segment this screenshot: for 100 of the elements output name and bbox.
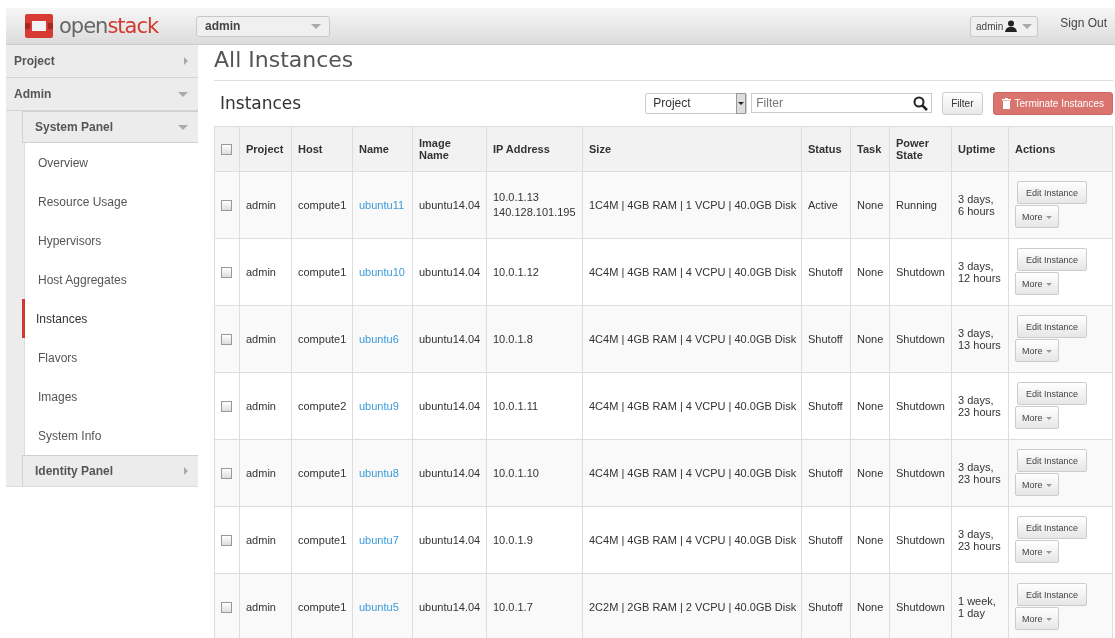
trash-icon [1001,97,1011,109]
row-checkbox[interactable] [221,535,232,547]
table-cell: compute1 [298,333,347,345]
nav-item[interactable]: Overview [24,143,198,182]
table-cell: ubuntu14.04 [419,534,481,546]
more-button[interactable]: More [1015,339,1059,362]
table-cell: compute1 [298,266,347,278]
filter-button[interactable]: Filter [942,91,983,115]
panel-item[interactable]: Identity Panel [22,455,198,486]
table-cell: 3 days, 13 hours [958,327,1001,351]
row-checkbox[interactable] [221,267,232,279]
table-cell: Shutoff [808,534,843,546]
table-cell: ubuntu14.04 [419,601,481,613]
column-header: IP Address [486,126,583,172]
project-dropdown[interactable]: admin [196,15,330,37]
table-cell: 3 days, 12 hours [958,260,1001,284]
table-cell: None [857,266,884,278]
column-header: Uptime [951,126,1009,172]
table-cell: 10.0.1.13 140.128.101.195 [493,190,576,220]
row-checkbox[interactable] [221,602,232,614]
panel-item[interactable]: System Panel [22,111,198,143]
nav-item[interactable]: Images [24,377,198,416]
table-cell: None [857,601,884,613]
table-cell: 3 days, 23 hours [958,394,1001,418]
more-button[interactable]: More [1015,272,1059,295]
user-menu[interactable]: admin [970,15,1039,37]
table-cell: Shutoff [808,601,843,613]
table-cell: Shutdown [896,467,945,479]
table-cell: 10.0.1.8 [493,331,533,347]
table-cell: compute2 [298,400,347,412]
column-header: Image Name [412,126,487,172]
table-cell: Shutdown [896,601,945,613]
table-cell: compute1 [298,467,347,479]
table-cell: admin [246,266,276,278]
table-cell: 10.0.1.9 [493,532,533,548]
more-button[interactable]: More [1015,406,1059,429]
filter-field-select[interactable]: Project [645,92,748,114]
edit-instance-button[interactable]: Edit Instance [1017,315,1088,338]
edit-instance-button[interactable]: Edit Instance [1017,382,1088,405]
table-cell: 3 days, 6 hours [958,193,995,217]
table-cell: compute1 [298,199,347,211]
column-header: Status [801,126,851,172]
table-cell: Shutdown [896,266,945,278]
edit-instance-button[interactable]: Edit Instance [1017,516,1088,539]
row-checkbox[interactable] [221,334,232,346]
table-cell: Shutoff [808,400,843,412]
more-button[interactable]: More [1015,607,1059,630]
edit-instance-button[interactable]: Edit Instance [1017,583,1088,606]
nav-item[interactable]: Hypervisors [24,221,198,260]
nav-item[interactable]: Instances [22,299,198,338]
more-button[interactable]: More [1015,473,1059,496]
column-header: Project [239,126,292,172]
nav-item[interactable]: Resource Usage [24,182,198,221]
column-header: Host [291,126,353,172]
column-header: Size [582,126,802,172]
table-cell: admin [246,400,276,412]
edit-instance-button[interactable]: Edit Instance [1017,449,1088,472]
logo-text: openstack [59,14,159,38]
dashboard-item[interactable]: Project [6,45,198,78]
table-cell: 10.0.1.11 [493,398,539,414]
logo-icon [23,13,55,39]
table-cell: ubuntu14.04 [419,333,481,345]
row-checkbox[interactable] [221,468,232,480]
table-cell: 1C4M | 4GB RAM | 1 VCPU | 40.0GB Disk [589,199,797,211]
table-cell: admin [246,601,276,613]
column-header: Task [850,126,890,172]
table-cell: Active [808,199,838,211]
table-cell: compute1 [298,601,347,613]
table-cell: admin [246,467,276,479]
table-cell: admin [246,534,276,546]
nav-item[interactable]: System Info [24,416,198,455]
table-cell: admin [246,199,276,211]
table-cell: Shutdown [896,534,945,546]
table-cell: compute1 [298,534,347,546]
table-cell: None [857,400,884,412]
more-button[interactable]: More [1015,540,1059,563]
table-cell: 4C4M | 4GB RAM | 4 VCPU | 40.0GB Disk [589,534,797,546]
column-header: Power State [889,126,952,172]
page-title: All Instances [214,45,1113,81]
edit-instance-button[interactable]: Edit Instance [1017,248,1088,271]
nav-item[interactable]: Flavors [24,338,198,377]
sign-out-link[interactable]: Sign Out [1060,16,1107,30]
table-cell: None [857,199,884,211]
row-checkbox[interactable] [221,200,232,212]
person-icon [1005,20,1018,32]
table-cell: admin [246,333,276,345]
edit-instance-button[interactable]: Edit Instance [1017,181,1088,204]
table-cell: None [857,333,884,345]
row-checkbox[interactable] [221,401,232,413]
filter-field[interactable]: Filter [751,93,933,113]
select-all-checkbox[interactable] [221,144,232,156]
column-header: Actions [1008,126,1113,172]
table-cell: 10.0.1.10 [493,465,539,481]
table-cell: ubuntu14.04 [419,400,481,412]
column-header: Name [352,126,413,172]
more-button[interactable]: More [1015,205,1059,228]
table-cell: 4C4M | 4GB RAM | 4 VCPU | 40.0GB Disk [589,266,797,278]
table-cell: Running [896,199,937,211]
table-title: Instances [220,93,302,113]
nav-item[interactable]: Host Aggregates [24,260,198,299]
